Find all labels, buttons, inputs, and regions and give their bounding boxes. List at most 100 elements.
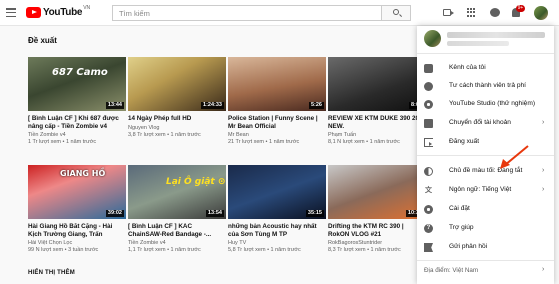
menu-item-switch-account[interactable]: Chuyển đổi tài khoản › <box>417 115 554 132</box>
menu-item-my-channel[interactable]: Kênh của tôi <box>417 60 554 77</box>
video-duration: 35:15 <box>305 210 324 217</box>
chevron-right-icon: › <box>542 119 545 126</box>
menu-item-label: Trợ giúp <box>449 224 474 231</box>
help-icon: ? <box>424 224 433 233</box>
feedback-icon <box>424 243 433 252</box>
menu-item-settings[interactable]: Cài đặt <box>417 201 554 218</box>
video-channel[interactable]: Huy TV <box>228 240 326 247</box>
video-channel[interactable]: Mr Bean <box>228 132 326 139</box>
menu-item-dark-theme[interactable]: Chủ đề màu tối: Đang tắt › <box>417 163 554 180</box>
menu-item-label: Chuyển đổi tài khoản <box>449 119 511 126</box>
video-meta: 8,3 Tr lượt xem • 1 năm trước <box>328 247 401 253</box>
video-card[interactable]: 8:01 REVIEW XE KTM DUKE 390 2018 NEW. Ph… <box>328 57 426 146</box>
video-card[interactable]: 35:15 những bản Acoustic hay nhất của Sơ… <box>228 165 326 254</box>
video-card[interactable]: GIANG HỒ 39:02 Hài Giang Hồ Bắt Cặng - H… <box>28 165 126 254</box>
search-button[interactable] <box>382 5 411 21</box>
menu-icon[interactable] <box>6 8 16 17</box>
menu-item-sign-out[interactable]: Đăng xuất <box>417 134 554 151</box>
video-channel[interactable]: Hài Việt Chọn Lọc <box>28 240 126 247</box>
menu-item-label: Cài đặt <box>449 205 470 212</box>
menu-divider <box>417 155 554 156</box>
video-channel[interactable]: Tiền Zombie v4 <box>28 132 126 139</box>
switch-account-icon <box>424 119 433 128</box>
video-title[interactable]: [ Bình Luận CF ] Khi 687 được nâng cấp -… <box>28 115 126 130</box>
menu-item-label: Đăng xuất <box>449 138 480 145</box>
video-duration: 13:44 <box>105 102 124 109</box>
video-title[interactable]: REVIEW XE KTM DUKE 390 2018 NEW. <box>328 115 426 130</box>
video-thumbnail[interactable]: 35:15 <box>228 165 326 219</box>
menu-item-label: Gửi phản hồi <box>449 243 488 250</box>
thumbnail-text: GIANG HỒ <box>60 169 106 178</box>
video-title[interactable]: 14 Ngày Phép full HD <box>128 115 226 123</box>
translate-icon: 文 <box>425 187 432 194</box>
video-card[interactable]: 10:30 Drifting the KTM RC 390 | RokON VL… <box>328 165 426 254</box>
video-meta: 8,1 N lượt xem • 1 năm trước <box>328 139 400 145</box>
apps-icon[interactable] <box>467 8 477 17</box>
video-duration: 13:54 <box>205 210 224 217</box>
top-bar: YouTube VN Tìm kiếm 9+ <box>0 0 559 26</box>
video-duration: 5:26 <box>308 102 324 109</box>
account-header: █████████████ ███████ <box>417 26 554 54</box>
video-meta: 3,8 Tr lượt xem • 1 năm trước <box>128 131 201 138</box>
section-title: Đề xuất <box>28 36 57 45</box>
menu-item-label: Kênh của tôi <box>449 64 486 71</box>
sign-out-icon <box>424 138 433 147</box>
video-title[interactable]: [ Bình Luận CF ] KAC ChainSAW-Red Bandag… <box>128 223 226 238</box>
video-duration: 39:02 <box>105 210 124 217</box>
video-thumbnail[interactable]: 1:24:33 <box>128 57 226 111</box>
show-more-link[interactable]: HIỂN THỊ THÊM <box>28 270 75 276</box>
location-setting[interactable]: Địa điểm: Việt Nam <box>424 267 478 274</box>
thumbnail-text: 687 Camo <box>52 67 108 78</box>
video-channel[interactable]: Phạm Tuấn <box>328 132 426 139</box>
video-thumbnail[interactable]: 687 Camo 13:44 <box>28 57 126 111</box>
video-thumbnail[interactable]: 5:26 <box>228 57 326 111</box>
video-channel[interactable]: Tiền Zombie v4 <box>128 240 226 247</box>
thumbnail-text: Lại Ô giật ⊙ <box>166 177 226 187</box>
create-video-icon[interactable] <box>443 9 454 16</box>
chevron-right-icon: › <box>542 186 545 193</box>
search-icon <box>393 9 399 15</box>
video-card[interactable]: Lại Ô giật ⊙ 13:54 [ Bình Luận CF ] KAC … <box>128 165 226 254</box>
menu-item-paid-memberships[interactable]: Tư cách thành viên trả phí <box>417 78 554 95</box>
avatar <box>424 30 441 47</box>
video-thumbnail[interactable]: 8:01 <box>328 57 426 111</box>
menu-item-help[interactable]: ? Trợ giúp <box>417 220 554 237</box>
menu-item-send-feedback[interactable]: Gửi phản hồi <box>417 239 554 256</box>
menu-item-label: Chủ đề màu tối: Đang tắt <box>449 167 523 174</box>
video-meta: 5,8 Tr lượt xem • 1 năm trước <box>228 247 301 253</box>
person-icon <box>424 64 433 73</box>
messages-icon[interactable] <box>490 8 500 17</box>
menu-item-label: Tư cách thành viên trả phí <box>449 82 526 89</box>
video-title[interactable]: những bản Acoustic hay nhất của Sơn Tùng… <box>228 223 326 238</box>
account-menu: █████████████ ███████ Kênh của tôi Tư cá… <box>417 26 554 284</box>
video-channel[interactable]: Nguyen Vlog <box>128 125 226 132</box>
video-card[interactable]: 1:24:33 14 Ngày Phép full HD Nguyen Vlog… <box>128 57 226 139</box>
video-thumbnail[interactable]: Lại Ô giật ⊙ 13:54 <box>128 165 226 219</box>
video-thumbnail[interactable]: 10:30 <box>328 165 426 219</box>
video-thumbnail[interactable]: GIANG HỒ 39:02 <box>28 165 126 219</box>
search-input[interactable]: Tìm kiếm <box>112 5 382 21</box>
gear-icon <box>424 100 433 109</box>
video-channel[interactable]: RokBagorosStuntrider <box>328 240 426 247</box>
video-meta: 21 Tr lượt xem • 1 năm trước <box>228 139 300 145</box>
chevron-right-icon: › <box>542 266 545 273</box>
account-email: ███████ <box>447 41 509 46</box>
video-title[interactable]: Hài Giang Hồ Bắt Cặng - Hài Kịch Trường … <box>28 223 126 238</box>
video-title[interactable]: Drifting the KTM RC 390 | RokON VLOG #21 <box>328 223 426 238</box>
youtube-play-icon <box>26 7 41 18</box>
video-title[interactable]: Police Station | Funny Scene | Mr Bean O… <box>228 115 326 130</box>
video-card[interactable]: 5:26 Police Station | Funny Scene | Mr B… <box>228 57 326 146</box>
chevron-right-icon: › <box>542 167 545 174</box>
dollar-icon <box>424 82 433 91</box>
logo-text: YouTube <box>43 7 83 18</box>
dark-theme-icon <box>424 167 433 176</box>
video-card[interactable]: 687 Camo 13:44 [ Bình Luận CF ] Khi 687 … <box>28 57 126 146</box>
menu-item-label: Ngôn ngữ: Tiếng Việt <box>449 186 512 193</box>
menu-divider <box>417 260 554 261</box>
avatar[interactable] <box>534 6 548 20</box>
notification-badge: 9+ <box>516 5 525 12</box>
account-name: █████████████ <box>447 32 545 38</box>
menu-item-youtube-studio[interactable]: YouTube Studio (thử nghiệm) <box>417 96 554 113</box>
menu-item-language[interactable]: 文 Ngôn ngữ: Tiếng Việt › <box>417 182 554 199</box>
youtube-logo[interactable]: YouTube VN <box>26 5 90 18</box>
